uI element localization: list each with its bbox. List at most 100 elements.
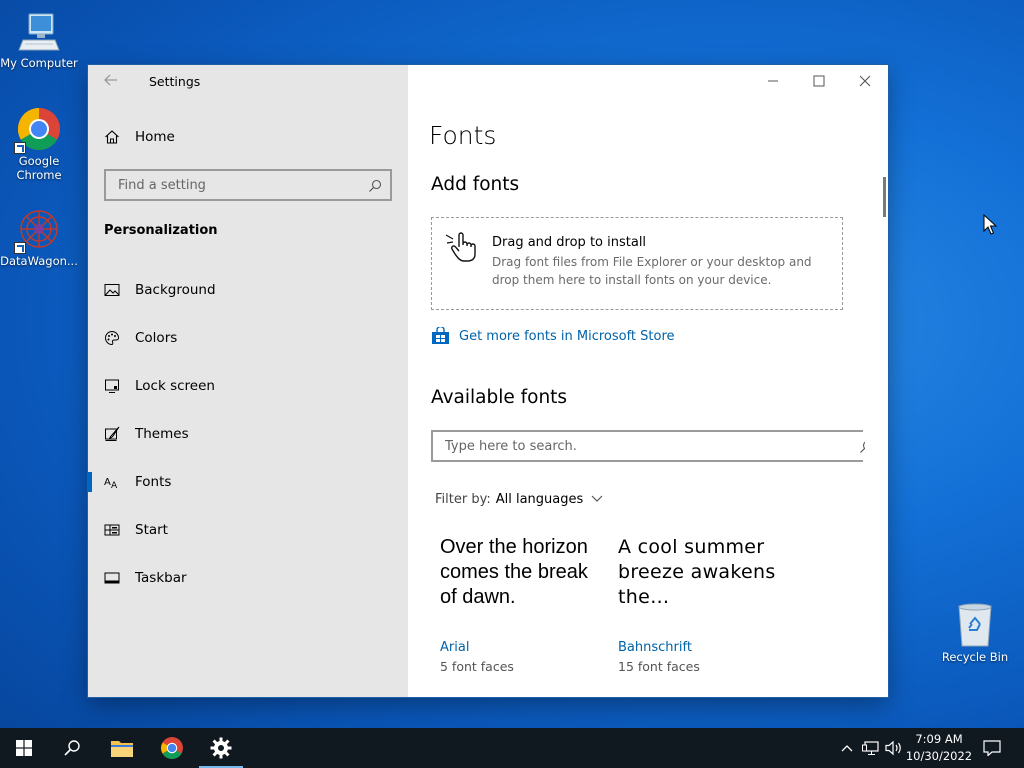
filter-label: Filter by: [435,492,491,507]
nav-item-label: Taskbar [135,570,187,586]
taskbar-icon [104,570,120,586]
available-fonts-heading: Available fonts [431,387,568,408]
network-icon [862,741,879,755]
nav-item-label: Background [135,282,216,298]
computer-icon [17,10,61,54]
hand-pointer-icon [445,231,479,267]
svg-text:A: A [111,481,118,490]
settings-sidebar: Settings Home Personalization Background [88,65,408,697]
filter-value: All languages [495,492,584,507]
palette-icon [104,330,120,346]
add-fonts-heading: Add fonts [431,174,520,195]
nav-item-label: Start [135,522,168,538]
section-personalization: Personalization [104,223,218,238]
nav-item-label: Lock screen [135,378,215,394]
font-face-count: 5 font faces [440,659,514,674]
close-button[interactable] [842,65,888,97]
store-link-label: Get more fonts in Microsoft Store [459,328,675,344]
nav-item-background[interactable]: Background [88,268,408,312]
chevron-down-icon [591,492,603,507]
language-filter[interactable]: Filter by: All languages [435,492,603,507]
picture-icon [104,282,120,298]
store-bag-icon [431,325,450,345]
nav-item-label: Fonts [135,474,172,490]
font-name: Arial [440,640,470,655]
font-drop-zone[interactable]: Drag and drop to install Drag font files… [431,217,843,310]
font-search-box[interactable] [431,430,865,462]
nav-item-themes[interactable]: Themes [88,412,408,456]
taskbar-search-button[interactable] [48,728,96,768]
content-scrollbar[interactable] [883,177,886,217]
font-card-bahnschrift[interactable]: A cool summer breeze awakens the… Bahnsc… [618,535,788,674]
windows-logo-icon [16,740,32,756]
desktop-icon-datawagon[interactable]: DataWagon... [0,206,78,268]
font-face-count: 15 font faces [618,659,700,674]
settings-window: Settings Home Personalization Background [88,65,888,697]
desktop-icon-label: My Computer [0,56,78,70]
font-icon: AA [104,474,120,490]
nav-home-label: Home [135,129,175,145]
dropzone-description: Drag font files from File Explorer or yo… [492,255,812,287]
app-title: Settings [149,74,201,89]
maximize-button[interactable] [796,65,842,97]
show-hidden-icons-button[interactable] [838,728,856,768]
font-name: Bahnschrift [618,640,692,655]
chevron-up-icon [841,745,853,752]
nav-item-taskbar[interactable]: Taskbar [88,556,408,600]
clock-time: 7:09 AM [915,732,963,746]
settings-content: Fonts Add fonts Drag and drop to install… [408,65,888,697]
notification-icon [983,740,1001,756]
shortcut-arrow-icon [14,142,26,154]
desktop-icon-label: Google Chrome [16,154,62,182]
desktop-icon-label: DataWagon... [0,254,78,268]
desktop-icon-google-chrome[interactable]: Google Chrome [0,106,78,182]
mouse-cursor-icon [983,213,998,240]
recycle-bin-icon [953,602,997,648]
nav-item-fonts[interactable]: AA Fonts [88,460,408,504]
chrome-icon [14,106,62,154]
nav-item-label: Themes [135,426,189,442]
network-tray-button[interactable] [860,728,882,768]
taskbar-clock[interactable]: 7:09 AM 10/30/2022 [905,731,973,765]
taskbar-file-explorer[interactable] [98,728,146,768]
minimize-button[interactable] [750,65,796,97]
start-grid-icon [104,522,120,538]
find-setting-input[interactable] [116,177,360,194]
font-sample-text: Over the horizon comes the break of dawn… [440,536,588,608]
datawagon-icon [14,206,62,254]
volume-tray-button[interactable] [884,728,904,768]
search-icon[interactable] [368,178,382,197]
home-icon [104,129,120,145]
nav-item-colors[interactable]: Colors [88,316,408,360]
desktop-icon-my-computer[interactable]: My Computer [0,10,78,70]
chrome-icon [161,737,183,759]
nav-item-start[interactable]: Start [88,508,408,552]
page-title: Fonts [429,121,497,150]
svg-text:A: A [104,477,111,488]
taskbar-chrome[interactable] [148,728,196,768]
font-search-input[interactable] [443,438,827,455]
font-card-arial[interactable]: Over the horizon comes the break of dawn… [440,535,610,674]
start-button[interactable] [0,728,48,768]
monitor-icon [104,378,120,394]
desktop-icon-recycle-bin[interactable]: Recycle Bin [936,602,1014,664]
folder-icon [111,741,133,757]
back-arrow-icon[interactable] [104,73,118,87]
microsoft-store-link[interactable]: Get more fonts in Microsoft Store [431,325,675,345]
taskbar: 7:09 AM 10/30/2022 [0,728,1024,768]
taskbar-settings[interactable] [197,728,245,768]
gear-icon [210,737,232,759]
search-icon [64,740,80,756]
nav-item-lock-screen[interactable]: Lock screen [88,364,408,408]
nav-home[interactable]: Home [104,129,175,145]
find-setting-search[interactable] [104,169,392,201]
action-center-button[interactable] [978,728,1006,768]
shortcut-arrow-icon [14,242,26,254]
clock-date: 10/30/2022 [905,749,973,763]
nav-item-label: Colors [135,330,178,346]
desktop-icon-label: Recycle Bin [941,650,1009,664]
search-icon[interactable] [859,439,865,458]
speaker-icon [885,740,901,756]
font-sample-text: A cool summer breeze awakens the… [618,536,776,608]
dropzone-title: Drag and drop to install [492,235,647,250]
